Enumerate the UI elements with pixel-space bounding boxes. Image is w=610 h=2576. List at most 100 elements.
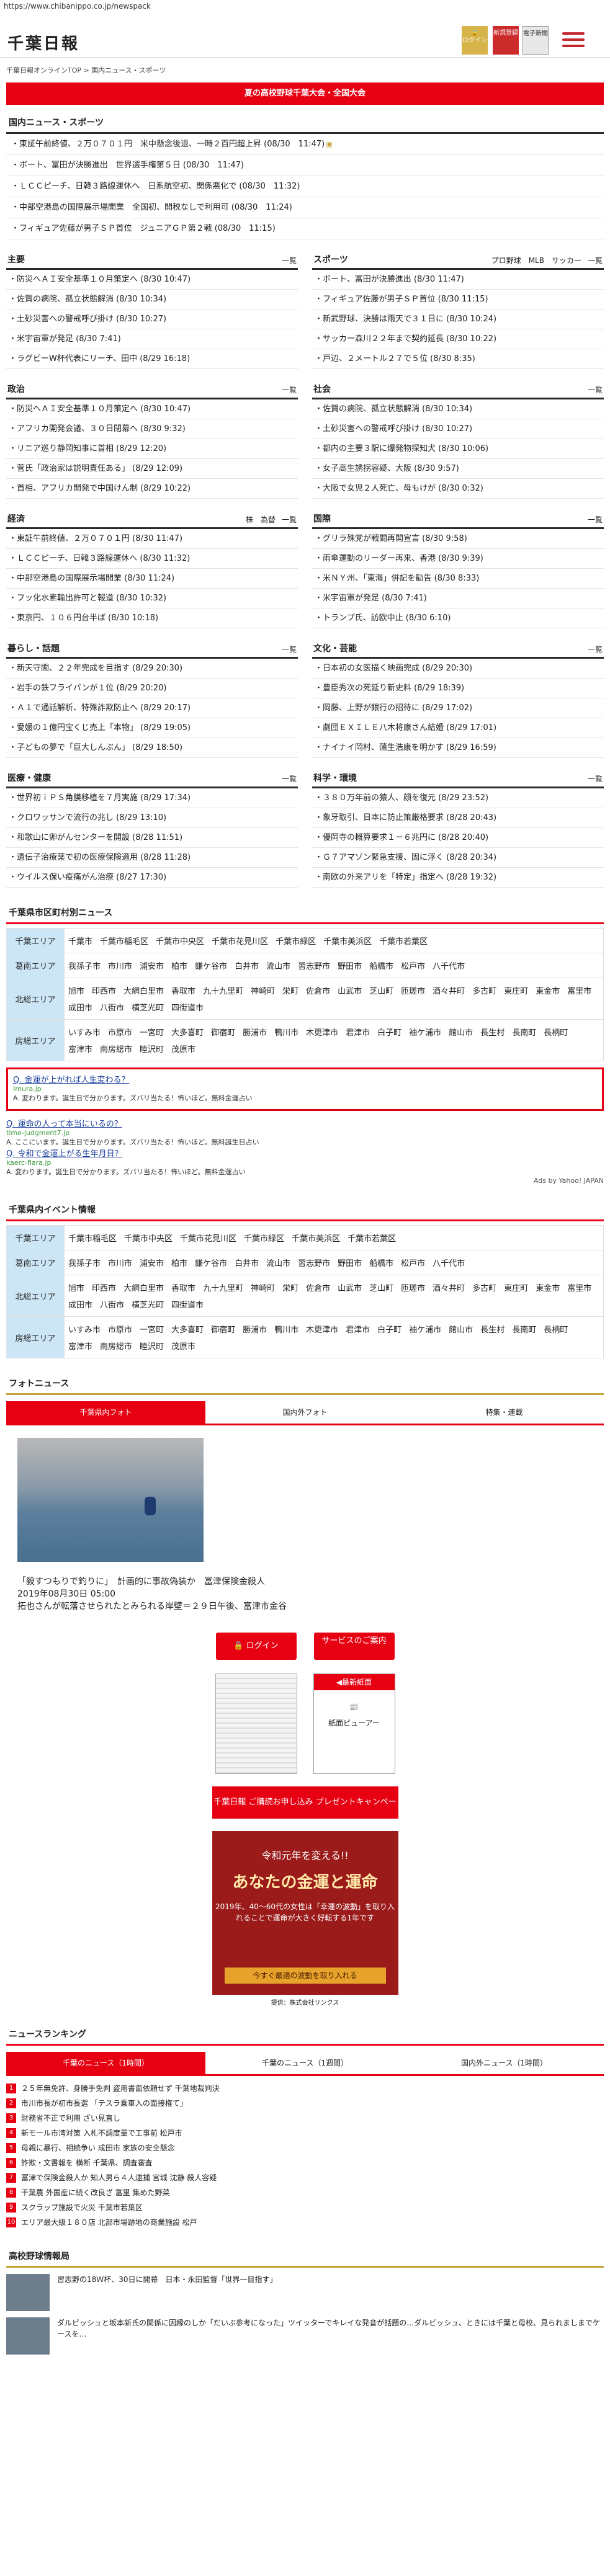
city-link[interactable]: 我孫子市 [68, 960, 101, 971]
list-item[interactable]: クロワッサンで流行の兆し (8/29 13:10) [6, 808, 298, 828]
more-link[interactable]: 一覧 [588, 515, 603, 524]
city-link[interactable]: 流山市 [266, 960, 290, 971]
city-link[interactable]: 鴨川市 [274, 1026, 298, 1038]
list-item[interactable]: 女子高生誘拐容疑、大阪 (8/30 9:57) [312, 459, 604, 479]
ranking-item[interactable]: 1 ２５年無免許、身勝手免判 盗用書面依頼せず 千葉地裁判決 [6, 2081, 604, 2096]
list-item[interactable]: フィギュア佐藤が男子ＳＰ首位 (8/30 11:15) [312, 290, 604, 310]
more-link[interactable]: 一覧 [588, 645, 603, 654]
city-link[interactable]: 長南町 [512, 1026, 536, 1038]
city-link[interactable]: 大多喜町 [171, 1323, 204, 1335]
city-link[interactable]: 船橋市 [369, 1257, 393, 1268]
city-link[interactable]: 勝浦市 [243, 1026, 267, 1038]
city-link[interactable]: 八街市 [100, 1001, 124, 1013]
list-item[interactable]: 新武野球、決勝は雨天で３１日に (8/30 10:24) [312, 310, 604, 329]
city-link[interactable]: 芝山町 [369, 984, 393, 996]
ranking-item[interactable]: 6 詐欺・文書報を 横断 千葉県、調査審査 [6, 2155, 604, 2170]
ranking-item[interactable]: 9 スクラップ施設で火災 千葉市若葉区 [6, 2200, 604, 2215]
city-link[interactable]: 柏市 [171, 1257, 187, 1268]
city-link[interactable]: 成田市 [68, 1298, 92, 1310]
city-link[interactable]: 酒々井町 [433, 984, 465, 996]
city-link[interactable]: 東庄町 [504, 1281, 528, 1293]
list-item[interactable]: 和歌山に卵がんセンターを開設 (8/28 11:51) [6, 828, 298, 848]
city-link[interactable]: 栄町 [282, 1281, 298, 1293]
city-link[interactable]: 千葉市中央区 [156, 935, 204, 947]
city-link[interactable]: 印西市 [92, 984, 116, 996]
tab-chiba-hour[interactable]: 千葉のニュース（1時間） [6, 2052, 205, 2076]
more-link[interactable]: 一覧 [282, 386, 297, 394]
list-item[interactable]: 防災へＡＩ安全基準１０月策定へ (8/30 10:47) [6, 399, 298, 419]
list-item[interactable]: アフリカ開発会議、３０日閉幕へ (8/30 9:32) [6, 419, 298, 439]
city-link[interactable]: 山武市 [338, 1281, 362, 1293]
city-link[interactable]: 南房総市 [100, 1340, 132, 1352]
column-title[interactable]: 医療・健康 [7, 772, 51, 784]
list-item[interactable]: 世界初ｉＰＳ角膜移植を７月実施 (8/29 17:34) [6, 788, 298, 808]
list-item[interactable]: 菅氏「政治家は説明責任ある」 (8/29 12:09) [6, 459, 298, 479]
city-link[interactable]: 酒々井町 [433, 1281, 465, 1293]
list-item[interactable]: 劇団ＥＸＩＬＥ八木将康さん結婚 (8/29 17:01) [312, 718, 604, 738]
list-item[interactable]: トランプ氏、訪欧中止 (8/30 6:10) [312, 608, 604, 628]
list-item[interactable]: 日本初の女医描く映画完成 (8/29 20:30) [312, 659, 604, 679]
list-item[interactable]: ボート、冨田が決勝進出 世界選手権第５日 (08/30 11:47) [6, 155, 604, 176]
city-link[interactable]: 旭市 [68, 1281, 84, 1293]
city-link[interactable]: 流山市 [266, 1257, 290, 1268]
register-button[interactable]: 新規登録 [493, 26, 519, 55]
more-link[interactable]: 一覧 [282, 515, 297, 524]
ranking-item[interactable]: 3 財務省不正で利用 ざい見直し [6, 2111, 604, 2126]
city-link[interactable]: 旭市 [68, 984, 84, 996]
city-link[interactable]: 御宿町 [211, 1026, 235, 1038]
city-link[interactable]: 鎌ケ谷市 [195, 1257, 227, 1268]
list-item[interactable]: ダルビッシュと坂本新氏の関係に因縁のしか「だいぶ参考になった」ツイッターでキレイ… [6, 2317, 604, 2355]
column-sublinks[interactable]: プロ野球 MLB サッカー [491, 256, 581, 265]
list-item[interactable]: 佐賀の病院、孤立状態解消 (8/30 10:34) [6, 290, 298, 310]
city-link[interactable]: 袖ケ浦市 [409, 1026, 441, 1038]
list-item[interactable]: 米宇宙軍が発足 (8/30 7:41) [6, 329, 298, 349]
city-link[interactable]: 八街市 [100, 1298, 124, 1310]
city-link[interactable]: 木更津市 [306, 1026, 338, 1038]
login-button[interactable]: 🔒 ログイン [462, 26, 488, 55]
list-item[interactable]: 遺伝子治療薬で初の医療保険適用 (8/28 11:28) [6, 848, 298, 868]
ads-by-label[interactable]: Ads by Yahoo! JAPAN [6, 1177, 604, 1185]
city-link[interactable]: 茂原市 [171, 1340, 195, 1352]
city-link[interactable]: 千葉市美浜区 [292, 1232, 340, 1244]
list-item[interactable]: Ａ１で通話解析、特殊詐欺防止へ (8/29 20:17) [6, 698, 298, 718]
list-item[interactable]: 南欧の外来アリを「特定」指定へ (8/28 19:32) [312, 868, 604, 888]
list-item[interactable]: 岩手の鉄フライパンが１位 (8/29 20:20) [6, 679, 298, 698]
city-link[interactable]: 鎌ケ谷市 [195, 960, 227, 971]
city-link[interactable]: 一宮町 [140, 1323, 164, 1335]
city-link[interactable]: 四街道市 [171, 1001, 204, 1013]
city-link[interactable]: 芝山町 [369, 1281, 393, 1293]
site-logo[interactable]: 千葉日報 [7, 31, 79, 54]
city-link[interactable]: いすみ市 [68, 1323, 101, 1335]
city-link[interactable]: 八千代市 [433, 1257, 465, 1268]
list-item[interactable]: フィギュア佐藤が男子ＳＰ首位 ジュニアＧＰ第２戦 (08/30 11:15) [6, 218, 604, 239]
list-item[interactable]: 象牙取引、日本に防止策厳格要求 (8/28 20:43) [312, 808, 604, 828]
city-link[interactable]: 野田市 [338, 960, 362, 971]
city-link[interactable]: 松戸市 [401, 960, 425, 971]
city-link[interactable]: 君津市 [346, 1323, 370, 1335]
tab-local-photo[interactable]: 千葉県内フォト [6, 1401, 205, 1425]
city-link[interactable]: 東金市 [536, 984, 560, 996]
city-link[interactable]: 一宮町 [140, 1026, 164, 1038]
list-item[interactable]: 土砂災害への警戒呼び掛け (8/30 10:27) [6, 310, 298, 329]
list-item[interactable]: 東証午前終値、２万０７０１円 (8/30 11:47) [6, 529, 298, 549]
city-link[interactable]: 長柄町 [544, 1323, 568, 1335]
more-link[interactable]: 一覧 [588, 256, 603, 265]
city-link[interactable]: 御宿町 [211, 1323, 235, 1335]
city-link[interactable]: 印西市 [92, 1281, 116, 1293]
news-photo[interactable] [17, 1438, 204, 1562]
city-link[interactable]: 市川市 [108, 1257, 132, 1268]
column-title[interactable]: 文化・芸能 [313, 642, 357, 654]
city-link[interactable]: 多古町 [472, 984, 496, 996]
hamburger-menu-icon[interactable] [562, 32, 585, 48]
list-item[interactable]: ナイナイ岡村、蒲生浩康を明かす (8/29 16:59) [312, 738, 604, 758]
subscription-promo[interactable]: 千葉日報 ご購読お申し込み プレゼントキャンペーン実施中！ [212, 1786, 398, 1839]
city-link[interactable]: 富里市 [567, 1281, 591, 1293]
more-link[interactable]: 一覧 [588, 386, 603, 394]
column-title[interactable]: 経済 [7, 512, 25, 525]
city-link[interactable]: 栄町 [282, 984, 298, 996]
column-title[interactable]: 国際 [313, 512, 331, 525]
city-link[interactable]: 松戸市 [401, 1257, 425, 1268]
list-item[interactable]: フッ化水素輸出許可と報道 (8/30 10:32) [6, 589, 298, 608]
ad-item[interactable]: Q. 金運が上がれば人生変わる？ Imura.jp A. 変わります。誕生日で分かり… [13, 1073, 597, 1103]
column-title[interactable]: 政治 [7, 383, 25, 395]
